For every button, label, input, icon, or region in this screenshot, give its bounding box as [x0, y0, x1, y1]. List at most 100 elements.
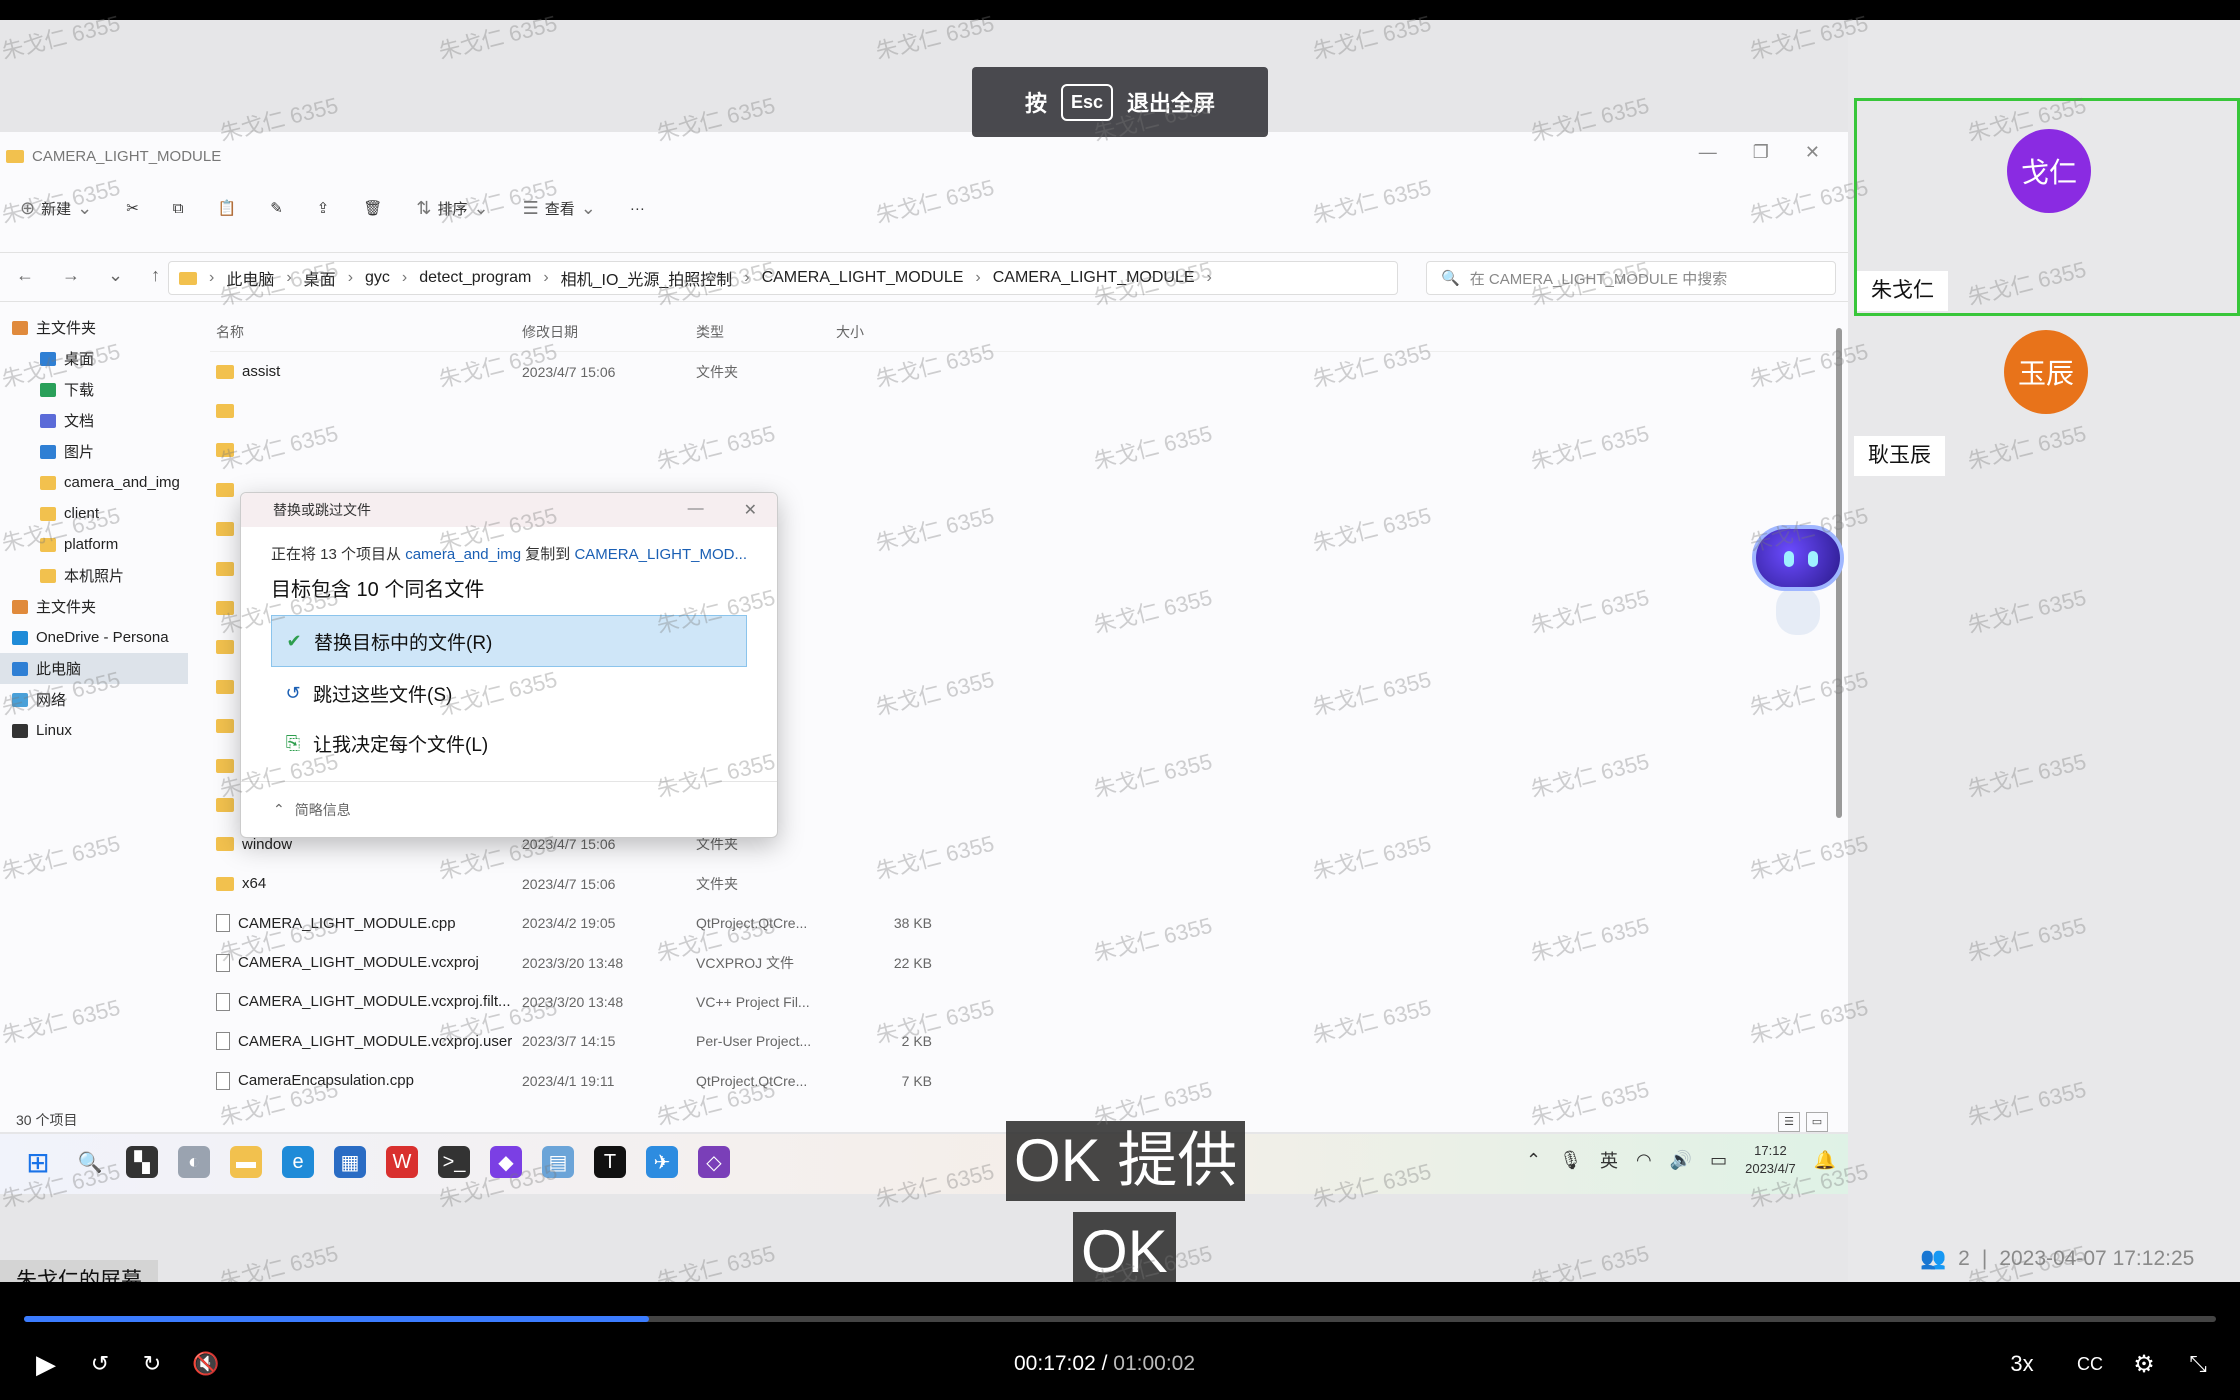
share-icon[interactable]: ⇪	[317, 199, 330, 217]
column-name[interactable]: 名称	[210, 322, 522, 342]
app-icon[interactable]: ◆	[490, 1146, 522, 1178]
sidebar-item[interactable]: 下载	[0, 374, 188, 405]
notification-icon[interactable]: 🔔	[1814, 1150, 1836, 1171]
file-row[interactable]: CameraEncapsulation.cpp 2023/4/1 19:11 QtP…	[210, 1061, 1830, 1100]
cut-icon[interactable]: ✂	[126, 199, 139, 217]
address-bar[interactable]: › 此电脑 › 桌面 › gyc › detect_program › 相机_IO_光源_拍照控制…	[168, 261, 1398, 295]
file-explorer-icon[interactable]: ▬	[230, 1146, 262, 1178]
chevron-right-icon[interactable]: ›	[543, 269, 548, 287]
view-button[interactable]: ☰ 查看 ⌄	[523, 198, 596, 219]
file-row[interactable]	[210, 431, 1830, 470]
restore-icon[interactable]: ❐	[1753, 142, 1769, 163]
delete-icon[interactable]: 🗑	[363, 199, 382, 217]
breadcrumb-item[interactable]: 桌面	[304, 266, 336, 290]
details-view-icon[interactable]: ☰	[1778, 1112, 1800, 1132]
source-folder-link[interactable]: camera_and_img	[405, 546, 521, 563]
sidebar-item[interactable]: client	[0, 498, 188, 529]
visual-studio-icon[interactable]: ◇	[698, 1146, 730, 1178]
edge-icon[interactable]: e	[282, 1146, 314, 1178]
sidebar-item[interactable]: Linux	[0, 715, 188, 746]
sidebar-item[interactable]: 此电脑	[0, 653, 188, 684]
battery-icon[interactable]: ▭	[1710, 1150, 1727, 1171]
breadcrumb-item[interactable]: gyc	[365, 269, 390, 287]
skip-files-option[interactable]: ↺ 跳过这些文件(S)	[271, 667, 747, 719]
input-language[interactable]: 英	[1600, 1147, 1618, 1173]
chevron-down-icon[interactable]: ⌄	[108, 265, 123, 286]
forward-icon[interactable]: →	[62, 265, 80, 286]
chevron-right-icon[interactable]: ›	[744, 269, 749, 287]
replace-files-option[interactable]: ✔ 替换目标中的文件(R)	[271, 615, 747, 667]
file-row[interactable]: CAMERA_LIGHT_MODULE.cpp 2023/4/2 19:05 QtP…	[210, 903, 1830, 942]
play-icon[interactable]: ▶	[26, 1344, 66, 1384]
sidebar-item[interactable]: camera_and_img	[0, 467, 188, 498]
chevron-right-icon[interactable]: ›	[975, 269, 980, 287]
breadcrumb-item[interactable]: 此电脑	[226, 266, 274, 290]
new-button[interactable]: ⊕ 新建 ⌄	[20, 198, 92, 219]
sidebar-item[interactable]: 文档	[0, 405, 188, 436]
copy-icon[interactable]: ⧉	[173, 200, 184, 217]
column-date[interactable]: 修改日期	[522, 322, 696, 342]
minimize-icon[interactable]: —	[688, 500, 704, 520]
volume-icon[interactable]: 🔊	[1670, 1150, 1692, 1171]
microphone-icon[interactable]: 🎙	[1559, 1150, 1582, 1171]
file-row[interactable]: x64 2023/4/7 15:06 文件夹	[210, 864, 1830, 903]
breadcrumb-item[interactable]: 相机_IO_光源_拍照控制	[561, 266, 733, 290]
chevron-right-icon[interactable]: ›	[1207, 269, 1212, 287]
sidebar-item[interactable]: 主文件夹	[0, 591, 188, 622]
paste-icon[interactable]: 📋	[218, 199, 237, 217]
rename-icon[interactable]: ✎	[270, 199, 283, 217]
chevron-right-icon[interactable]: ›	[286, 269, 291, 287]
sort-button[interactable]: ⇅ 排序 ⌄	[416, 198, 488, 219]
file-row[interactable]: CAMERA_LIGHT_MODULE.vcxproj 2023/3/20 13:…	[210, 943, 1830, 982]
sidebar-item[interactable]: 网络	[0, 684, 188, 715]
sidebar-item[interactable]: 图片	[0, 436, 188, 467]
search-input[interactable]: 🔍 在 CAMERA_LIGHT_MODULE 中搜索	[1426, 261, 1836, 295]
widgets-icon[interactable]: ◐	[178, 1146, 210, 1178]
feishu-icon[interactable]: ✈	[646, 1146, 678, 1178]
destination-folder-link[interactable]: CAMERA_LIGHT_MOD...	[574, 546, 747, 563]
store-icon[interactable]: ▦	[334, 1146, 366, 1178]
breadcrumb-item[interactable]: detect_program	[419, 269, 531, 287]
column-type[interactable]: 类型	[696, 322, 836, 342]
sidebar-item[interactable]: 桌面	[0, 343, 188, 374]
typora-icon[interactable]: T	[594, 1146, 626, 1178]
dialog-footer[interactable]: ⌃ 简略信息	[241, 781, 777, 837]
progress-bar[interactable]	[24, 1316, 2216, 1322]
captions-icon[interactable]: CC	[2070, 1344, 2110, 1384]
search-icon[interactable]: 🔍	[74, 1146, 106, 1178]
back-icon[interactable]: ←	[16, 265, 34, 286]
taskbar-clock[interactable]: 17:12 2023/4/7	[1745, 1142, 1796, 1178]
chevron-right-icon[interactable]: ›	[348, 269, 353, 287]
chart-app-icon[interactable]: ▤	[542, 1146, 574, 1178]
rewind-15-icon[interactable]: ↺	[80, 1344, 120, 1384]
sidebar-item[interactable]: 本机照片	[0, 560, 188, 591]
participant-tile[interactable]: 戈仁 朱戈仁	[1854, 98, 2240, 316]
mute-icon[interactable]: 🔇	[186, 1344, 226, 1384]
sidebar-item[interactable]: 主文件夹	[0, 312, 188, 343]
more-button[interactable]: ···	[630, 200, 645, 217]
file-row[interactable]: assist 2023/4/7 15:06 文件夹	[210, 352, 1830, 391]
chevron-up-icon[interactable]: ⌃	[1526, 1150, 1541, 1171]
participant-tile[interactable]: 玉辰 耿玉辰	[1854, 320, 2240, 538]
close-icon[interactable]: ✕	[1805, 142, 1820, 163]
chevron-right-icon[interactable]: ›	[209, 269, 214, 287]
chevron-right-icon[interactable]: ›	[402, 269, 407, 287]
sidebar-item[interactable]: platform	[0, 529, 188, 560]
breadcrumb-item[interactable]: CAMERA_LIGHT_MODULE	[993, 269, 1195, 287]
up-icon[interactable]: ↑	[151, 265, 160, 286]
decide-each-option[interactable]: ⎘ 让我决定每个文件(L)	[271, 717, 747, 769]
exit-fullscreen-icon[interactable]: ⤡	[2178, 1344, 2218, 1384]
minimize-icon[interactable]: —	[1699, 142, 1717, 163]
assistant-robot-icon[interactable]	[1748, 525, 1848, 645]
forward-15-icon[interactable]: ↻	[132, 1344, 172, 1384]
file-row[interactable]: CAMERA_LIGHT_MODULE.vcxproj.user 2023/3/7…	[210, 1022, 1830, 1061]
playback-speed-button[interactable]: 3x	[2000, 1344, 2044, 1384]
column-size[interactable]: 大小	[836, 322, 932, 342]
wifi-icon[interactable]: ◠	[1636, 1150, 1652, 1171]
file-row[interactable]	[210, 391, 1830, 430]
file-row[interactable]: CAMERA_LIGHT_MODULE.vcxproj.filt... 2023/…	[210, 982, 1830, 1021]
close-icon[interactable]: ✕	[744, 500, 757, 520]
start-icon[interactable]: ⊞	[22, 1146, 54, 1178]
terminal-icon[interactable]: >_	[438, 1146, 470, 1178]
breadcrumb-item[interactable]: CAMERA_LIGHT_MODULE	[762, 269, 964, 287]
